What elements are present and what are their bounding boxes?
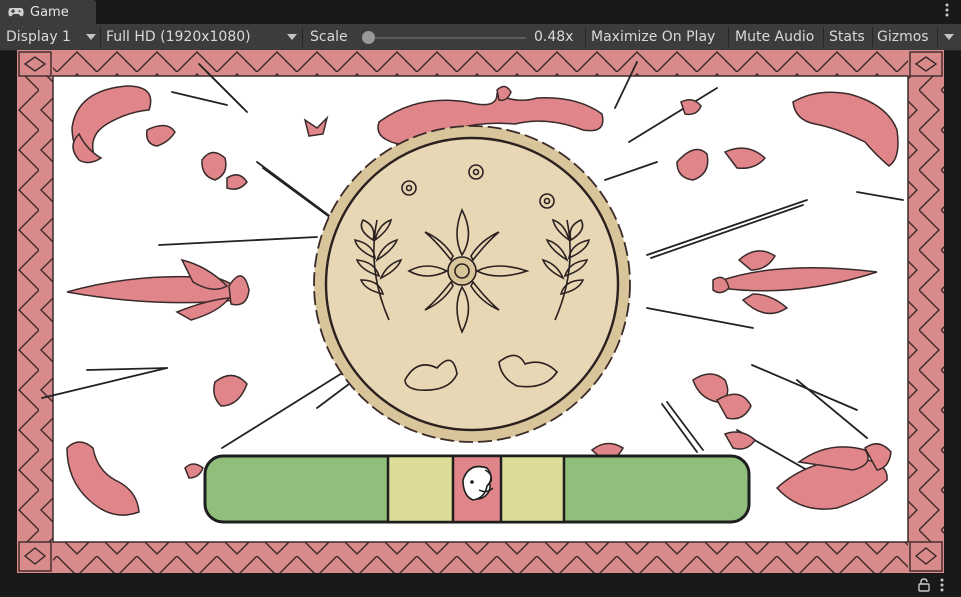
stats-button[interactable]: Stats	[829, 24, 865, 50]
toolbar-divider	[302, 27, 303, 47]
health-bar	[203, 454, 751, 524]
gizmos-dropdown-icon[interactable]	[944, 34, 954, 40]
lock-icon[interactable]	[918, 577, 930, 596]
scale-label-text: Scale	[310, 29, 348, 45]
status-bar	[0, 573, 961, 597]
gizmos-label: Gizmos	[877, 29, 929, 45]
toolbar-divider	[823, 27, 824, 47]
display-dropdown-label: Display 1	[6, 29, 71, 45]
chevron-down-icon	[86, 34, 96, 40]
maximize-on-play-label: Maximize On Play	[591, 29, 716, 45]
gamepad-icon	[8, 6, 24, 18]
resolution-dropdown-label: Full HD (1920x1080)	[106, 29, 251, 45]
toolbar-divider	[872, 27, 873, 47]
toolbar-divider	[728, 27, 729, 47]
kebab-menu-icon[interactable]	[941, 3, 953, 21]
toolbar-divider	[100, 27, 101, 47]
central-plate	[313, 125, 631, 443]
toolbar-divider	[585, 27, 586, 47]
scale-value-text: 0.48x	[534, 29, 574, 45]
status-kebab-menu-icon[interactable]	[940, 577, 944, 596]
chevron-down-icon	[287, 34, 297, 40]
resolution-dropdown[interactable]: Full HD (1920x1080)	[106, 24, 300, 50]
tab-game-label: Game	[30, 4, 69, 20]
mute-audio-button[interactable]: Mute Audio	[735, 24, 814, 50]
maximize-on-play-button[interactable]: Maximize On Play	[591, 24, 715, 50]
scale-slider-track[interactable]	[366, 37, 526, 39]
gizmos-button[interactable]: Gizmos	[877, 24, 929, 50]
game-viewport[interactable]	[17, 50, 944, 573]
scale-label: Scale	[310, 24, 348, 50]
stats-label: Stats	[829, 29, 865, 45]
scale-value: 0.48x	[534, 24, 573, 50]
display-dropdown[interactable]: Display 1	[6, 24, 98, 50]
toolbar-divider	[937, 27, 938, 47]
mute-audio-label: Mute Audio	[735, 29, 815, 45]
game-render	[17, 50, 944, 573]
tab-bar: Game	[0, 0, 961, 24]
tab-game[interactable]: Game	[0, 0, 96, 24]
